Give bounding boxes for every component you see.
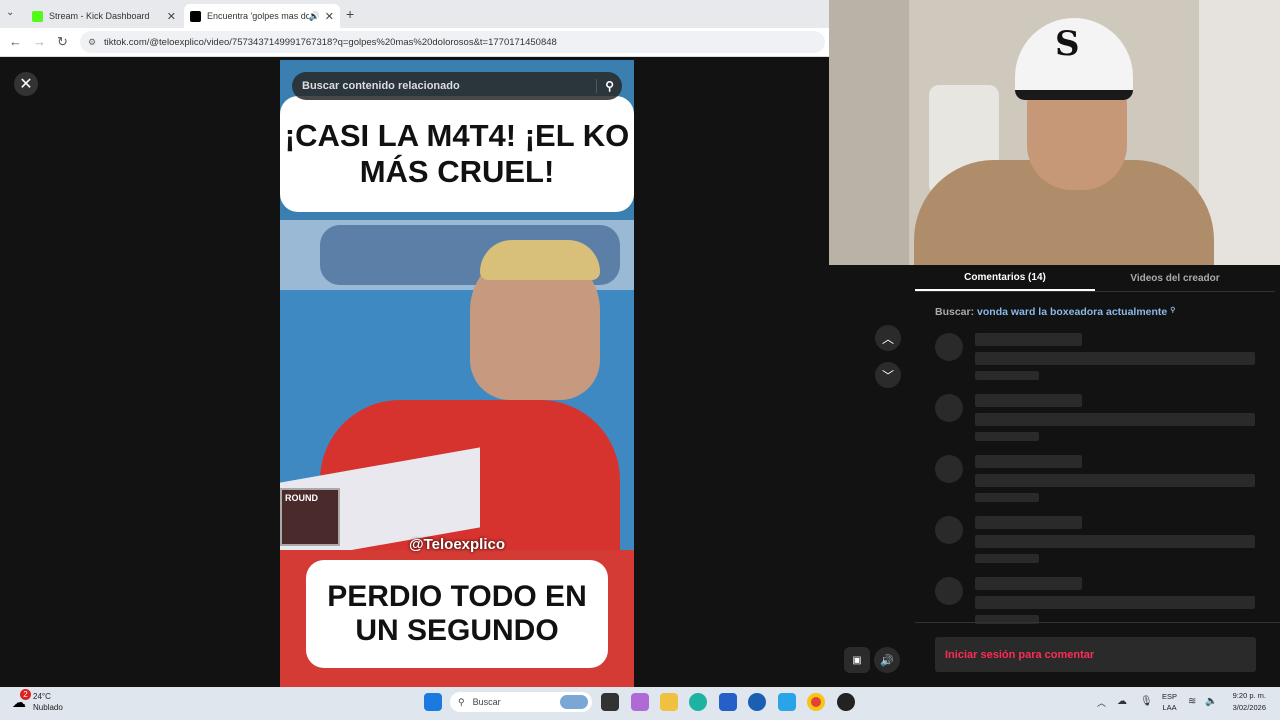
wifi-icon[interactable]: ≋: [1188, 696, 1196, 707]
search-icon: ⚲: [458, 696, 465, 707]
chrome-icon[interactable]: [807, 693, 825, 711]
search-icon[interactable]: ⚲: [596, 79, 614, 93]
avatar-skeleton: [935, 577, 963, 605]
lang-bottom: LAA: [1162, 703, 1177, 712]
close-tab-icon[interactable]: ✕: [325, 10, 334, 23]
name-skeleton: [975, 333, 1082, 346]
name-skeleton: [975, 394, 1082, 407]
comment-skeleton: [915, 455, 1280, 505]
language-indicator[interactable]: ESP LAA: [1162, 692, 1177, 712]
url-field[interactable]: ⚙ tiktok.com/@teloexplico/video/75734371…: [80, 31, 825, 53]
previous-video-button[interactable]: ︿: [875, 325, 901, 351]
caption-bottom: PERDIO TODO EN UN SEGUNDO: [306, 560, 608, 668]
weather-badge: 2: [20, 689, 31, 700]
taskbar-search[interactable]: ⚲ Buscar: [450, 692, 592, 712]
new-tab-icon[interactable]: +: [346, 6, 354, 22]
video-player[interactable]: ROUND ¡CASI LA M4T4! ¡EL KO MÁS CRUEL! @…: [280, 60, 634, 687]
reload-icon[interactable]: ↻: [57, 34, 68, 50]
file-explorer-icon[interactable]: [660, 693, 678, 711]
network-tray-icon[interactable]: ☁: [1117, 696, 1127, 707]
tab-label: Stream - Kick Dashboard: [49, 11, 150, 21]
task-view-icon[interactable]: [601, 693, 619, 711]
next-video-button[interactable]: ﹀: [875, 362, 901, 388]
weather-desc: Nublado: [33, 703, 63, 712]
avatar-skeleton: [935, 394, 963, 422]
search-highlight-icon: [560, 695, 588, 709]
name-skeleton: [975, 516, 1082, 529]
tab-list-chevron-icon[interactable]: ⌄: [6, 7, 14, 18]
meta-skeleton: [975, 371, 1039, 380]
copilot-icon[interactable]: [631, 693, 649, 711]
floating-player-button[interactable]: ▣: [844, 647, 870, 673]
text-skeleton: [975, 413, 1255, 426]
avatar-skeleton: [935, 455, 963, 483]
speaker-icon[interactable]: 🔊: [309, 11, 320, 22]
taskbar-search-label: Buscar: [472, 697, 501, 707]
browser-tab-bar: ⌄ Stream - Kick Dashboard ✕ Encuentra 'g…: [0, 0, 830, 28]
text-skeleton: [975, 352, 1255, 365]
caption-top: ¡CASI LA M4T4! ¡EL KO MÁS CRUEL!: [280, 96, 634, 212]
close-video-button[interactable]: ✕: [14, 72, 38, 96]
url-text: tiktok.com/@teloexplico/video/7573437149…: [104, 36, 557, 48]
meta-skeleton: [975, 432, 1039, 441]
tiktok-favicon-icon: [190, 10, 201, 22]
weather-widget[interactable]: ☁ 2: [12, 689, 32, 711]
webcam-overlay: S: [829, 0, 1280, 265]
tab-tiktok[interactable]: Encuentra 'golpes mas dol... 🔊 ✕: [184, 4, 340, 28]
chevron-up-icon: ︿: [881, 331, 894, 346]
tab-kick-dashboard[interactable]: Stream - Kick Dashboard ✕: [26, 4, 182, 28]
obs-icon[interactable]: [837, 693, 855, 711]
text-skeleton: [975, 474, 1255, 487]
search-placeholder: Buscar contenido relacionado: [302, 80, 460, 92]
microphone-icon[interactable]: 🎙: [1140, 696, 1153, 707]
comments-panel: Comentarios (14) Videos del creador Busc…: [915, 265, 1280, 687]
related-search-input[interactable]: Buscar contenido relacionado ⚲: [292, 72, 622, 100]
comment-skeleton: [915, 516, 1280, 566]
name-skeleton: [975, 455, 1082, 468]
store-icon[interactable]: [719, 693, 737, 711]
text-skeleton: [975, 535, 1255, 548]
boxer-hair: [480, 240, 600, 280]
avatar-skeleton: [935, 333, 963, 361]
volume-icon[interactable]: 🔈: [1205, 696, 1217, 707]
avatar-skeleton: [935, 516, 963, 544]
cap-logo-icon: S: [1055, 24, 1080, 64]
whatsapp-icon[interactable]: [778, 693, 796, 711]
composer-divider: [915, 622, 1280, 623]
edge-icon[interactable]: [689, 693, 707, 711]
hp-icon[interactable]: [748, 693, 766, 711]
lang-top: ESP: [1162, 692, 1178, 701]
pip-icon: ▣: [852, 654, 862, 666]
comment-skeleton: [915, 333, 1280, 383]
back-icon[interactable]: ←: [9, 34, 22, 49]
meta-skeleton: [975, 554, 1039, 563]
forward-icon[interactable]: →: [33, 34, 46, 49]
mute-button[interactable]: 🔊: [874, 647, 900, 673]
comment-skeleton: [915, 577, 1280, 627]
chevron-up-icon[interactable]: ︿: [1097, 696, 1106, 709]
clock-date: 3/02/2026: [1232, 703, 1266, 712]
site-info-icon[interactable]: ⚙: [88, 37, 96, 48]
clock-time: 9:20 p. m.: [1232, 691, 1266, 700]
comment-skeleton: [915, 394, 1280, 444]
text-skeleton: [975, 596, 1255, 609]
kick-favicon-icon: [32, 10, 43, 22]
chevron-down-icon: ﹀: [881, 368, 894, 383]
watermark: @Teloexplico: [408, 536, 506, 553]
clock[interactable]: 9:20 p. m. 3/02/2026: [1222, 691, 1266, 712]
comment-skeleton-list: [915, 265, 1280, 625]
login-to-comment-button[interactable]: Iniciar sesión para comentar: [935, 637, 1256, 672]
name-skeleton: [975, 577, 1082, 590]
weather-temp: 24°C: [33, 692, 51, 701]
start-button-icon[interactable]: [424, 693, 442, 711]
close-tab-icon[interactable]: ✕: [167, 10, 176, 23]
volume-icon: 🔊: [880, 654, 894, 667]
tab-label: Encuentra 'golpes mas dol...: [207, 11, 309, 21]
meta-skeleton: [975, 493, 1039, 502]
webcam-wall-left: [829, 0, 909, 265]
